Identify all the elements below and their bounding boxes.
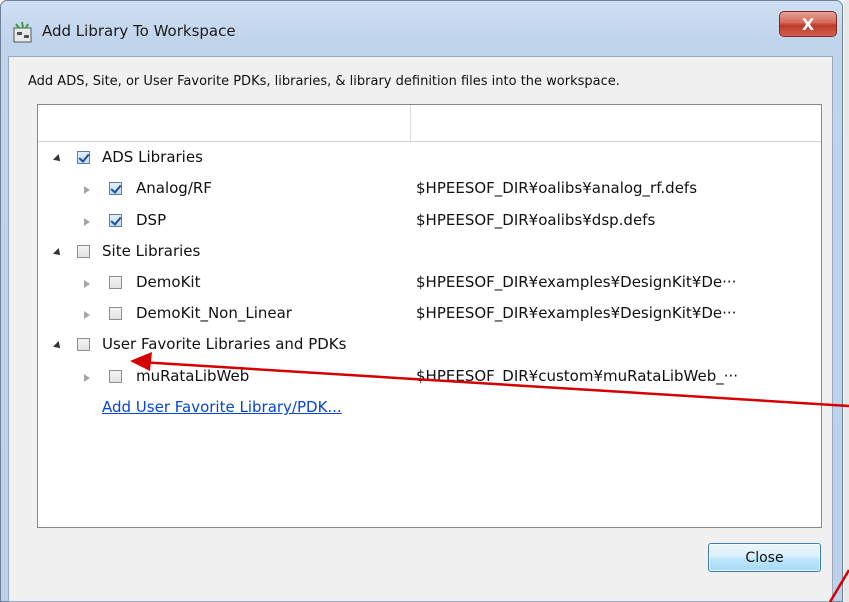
expand-closed-icon[interactable]	[84, 186, 90, 194]
checkbox-demokit[interactable]	[109, 276, 122, 289]
tree-group-label: ADS Libraries	[102, 148, 203, 166]
tree-group-label: User Favorite Libraries and PDKs	[102, 335, 347, 353]
tree-column-header	[38, 105, 821, 142]
tree-group-site-libraries[interactable]: Site Libraries	[53, 242, 354, 264]
description-text: Add ADS, Site, or User Favorite PDKs, li…	[28, 74, 620, 89]
checkbox-site-libraries[interactable]	[77, 245, 90, 258]
checkbox-analog-rf[interactable]	[109, 182, 122, 195]
expand-open-icon[interactable]	[53, 248, 63, 258]
tree-item-murata[interactable]: muRataLibWeb	[84, 367, 384, 389]
close-icon[interactable]: X	[779, 11, 837, 37]
tree-item-label: muRataLibWeb	[136, 367, 250, 385]
close-button[interactable]: Close	[708, 543, 821, 572]
ads-app-icon	[13, 21, 32, 43]
checkbox-murata[interactable]	[109, 370, 122, 383]
tree-group-user-favorite[interactable]: User Favorite Libraries and PDKs	[53, 335, 394, 357]
expand-open-icon[interactable]	[53, 154, 63, 164]
expand-closed-icon[interactable]	[84, 374, 90, 382]
checkbox-ads-libraries[interactable]	[77, 151, 90, 164]
tree-item-demokit[interactable]: DemoKit	[84, 273, 384, 295]
tree-item-demokit-non-linear[interactable]: DemoKit_Non_Linear	[84, 304, 384, 326]
window-title: Add Library To Workspace	[42, 22, 236, 40]
title-bar[interactable]: Add Library To Workspace	[1, 1, 842, 57]
checkbox-user-favorite[interactable]	[77, 338, 90, 351]
expand-closed-icon[interactable]	[84, 311, 90, 319]
library-path: $HPEESOF_DIR¥oalibs¥dsp.defs	[416, 211, 656, 229]
library-path: $HPEESOF_DIR¥custom¥muRataLibWeb_···	[416, 367, 739, 385]
checkbox-demokit-non-linear[interactable]	[109, 307, 122, 320]
tree-item-label: Analog/RF	[136, 179, 212, 197]
tree-item-label: DemoKit_Non_Linear	[136, 304, 292, 322]
tree-group-label: Site Libraries	[102, 242, 201, 260]
add-user-favorite-link[interactable]: Add User Favorite Library/PDK...	[102, 398, 342, 416]
tree-item-dsp[interactable]: DSP	[84, 211, 384, 233]
expand-closed-icon[interactable]	[84, 280, 90, 288]
expand-closed-icon[interactable]	[84, 218, 90, 226]
tree-group-ads-libraries[interactable]: ADS Libraries	[53, 148, 354, 170]
column-separator[interactable]	[410, 105, 411, 141]
tree-item-label: DemoKit	[136, 273, 201, 291]
expand-open-icon[interactable]	[53, 341, 63, 351]
tree-item-label: DSP	[136, 211, 167, 229]
library-path: $HPEESOF_DIR¥examples¥DesignKit¥De···	[416, 304, 737, 322]
background-edge	[844, 0, 849, 602]
tree-item-analog-rf[interactable]: Analog/RF	[84, 179, 384, 201]
checkbox-dsp[interactable]	[109, 214, 122, 227]
library-path: $HPEESOF_DIR¥examples¥DesignKit¥De···	[416, 273, 737, 291]
library-path: $HPEESOF_DIR¥oalibs¥analog_rf.defs	[416, 179, 698, 197]
